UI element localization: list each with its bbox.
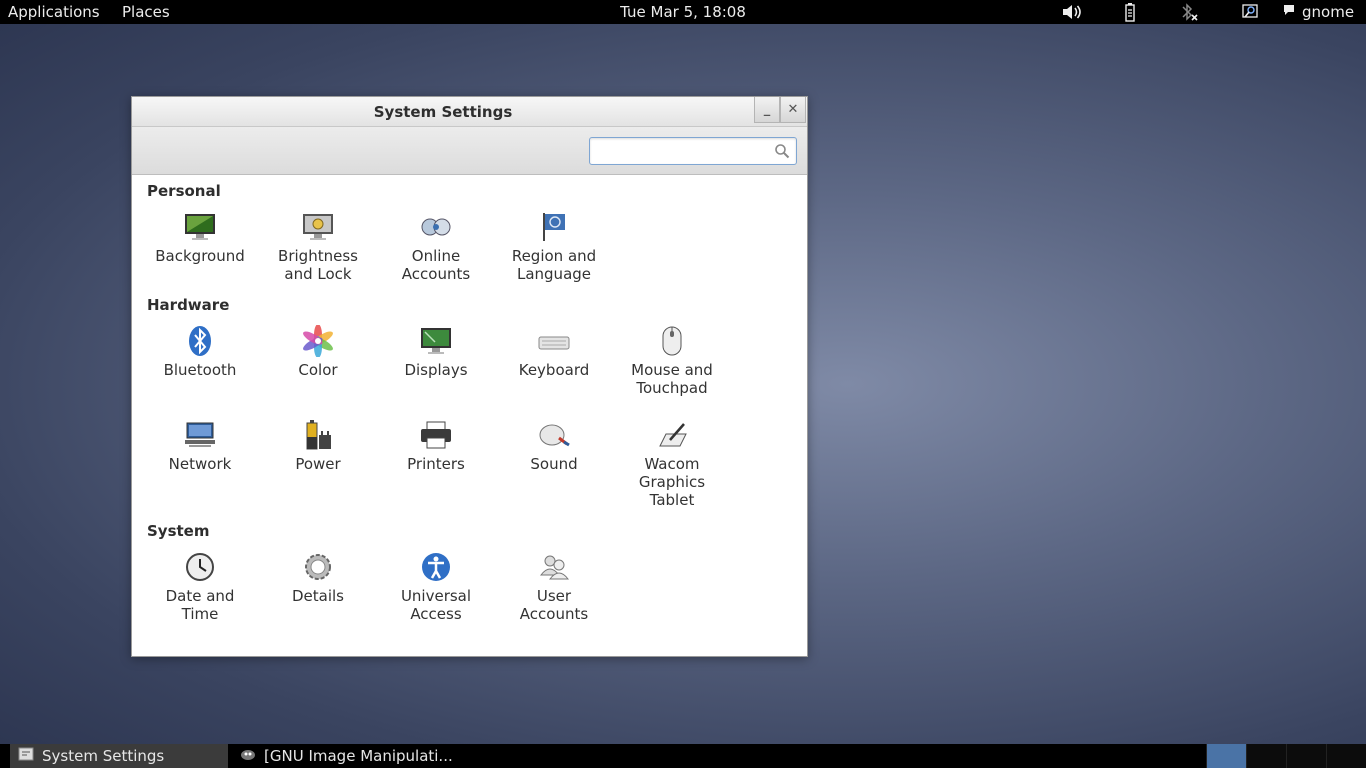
keyboard-icon [537, 324, 571, 358]
section-system: System [147, 522, 210, 540]
brightness-lock-icon [301, 210, 335, 244]
workspace-1[interactable] [1206, 744, 1246, 768]
displays-icon [419, 324, 453, 358]
top-panel: Applications Places Tue Mar 5, 18:08 gno… [0, 0, 1366, 24]
settings-item-universal-access[interactable]: Universal Access [381, 550, 491, 623]
workspace-3[interactable] [1286, 744, 1326, 768]
settings-item-displays[interactable]: Displays [381, 324, 491, 379]
settings-panel: Personal Background Brightness and Lock … [132, 176, 807, 656]
settings-item-network[interactable]: Network [145, 418, 255, 473]
taskbar-gimp[interactable]: [GNU Image Manipulati... [232, 744, 472, 768]
taskbar-system-settings[interactable]: System Settings [10, 744, 228, 768]
settings-item-details[interactable]: Details [263, 550, 373, 605]
user-name: gnome [1302, 3, 1355, 21]
window-toolbar [132, 127, 807, 175]
section-hardware: Hardware [147, 296, 230, 314]
applications-menu[interactable]: Applications [8, 3, 100, 21]
clock[interactable]: Tue Mar 5, 18:08 [620, 3, 746, 21]
accessibility-icon[interactable] [1239, 2, 1261, 22]
printer-icon [419, 418, 453, 452]
bluetooth-disabled-icon[interactable] [1178, 2, 1200, 22]
window-title: System Settings [373, 103, 513, 121]
settings-item-online-accounts[interactable]: Online Accounts [381, 210, 491, 283]
workspace-4[interactable] [1326, 744, 1366, 768]
settings-item-printers[interactable]: Printers [381, 418, 491, 473]
places-menu[interactable]: Places [122, 3, 170, 21]
wacom-icon [655, 418, 689, 452]
mouse-icon [655, 324, 689, 358]
clock-icon [183, 550, 217, 584]
volume-icon[interactable] [1061, 2, 1083, 22]
window-titlebar[interactable]: System Settings _ ✕ [132, 97, 807, 127]
settings-item-brightness-lock[interactable]: Brightness and Lock [263, 210, 373, 283]
color-icon [301, 324, 335, 358]
settings-item-color[interactable]: Color [263, 324, 373, 379]
network-icon [183, 418, 217, 452]
search-icon[interactable] [774, 143, 790, 163]
section-personal: Personal [147, 182, 221, 200]
search-input[interactable] [594, 141, 764, 161]
settings-item-wacom-tablet[interactable]: Wacom Graphics Tablet [617, 418, 727, 509]
background-icon [183, 210, 217, 244]
settings-item-bluetooth[interactable]: Bluetooth [145, 324, 255, 379]
sound-icon [537, 418, 571, 452]
settings-item-mouse-touchpad[interactable]: Mouse and Touchpad [617, 324, 727, 397]
universal-access-icon [419, 550, 453, 584]
battery-icon[interactable] [1119, 2, 1141, 22]
settings-item-region-language[interactable]: Region and Language [499, 210, 609, 283]
power-icon [301, 418, 335, 452]
gimp-icon [240, 747, 256, 765]
user-accounts-icon [537, 550, 571, 584]
settings-item-background[interactable]: Background [145, 210, 255, 265]
online-accounts-icon [419, 210, 453, 244]
system-settings-window: System Settings _ ✕ Personal Background … [131, 96, 808, 657]
region-flag-icon [537, 210, 571, 244]
minimize-button[interactable]: _ [754, 97, 780, 123]
gear-icon [301, 550, 335, 584]
settings-item-keyboard[interactable]: Keyboard [499, 324, 609, 379]
settings-item-power[interactable]: Power [263, 418, 373, 473]
system-settings-icon [18, 746, 34, 766]
user-menu[interactable]: gnome [1282, 3, 1354, 21]
bluetooth-icon [183, 324, 217, 358]
chat-icon [1282, 3, 1296, 21]
close-button[interactable]: ✕ [780, 97, 806, 123]
settings-item-sound[interactable]: Sound [499, 418, 609, 473]
search-box[interactable] [589, 137, 797, 165]
settings-item-date-time[interactable]: Date and Time [145, 550, 255, 623]
bottom-panel: System Settings [GNU Image Manipulati... [0, 744, 1366, 768]
workspace-2[interactable] [1246, 744, 1286, 768]
settings-item-user-accounts[interactable]: User Accounts [499, 550, 609, 623]
